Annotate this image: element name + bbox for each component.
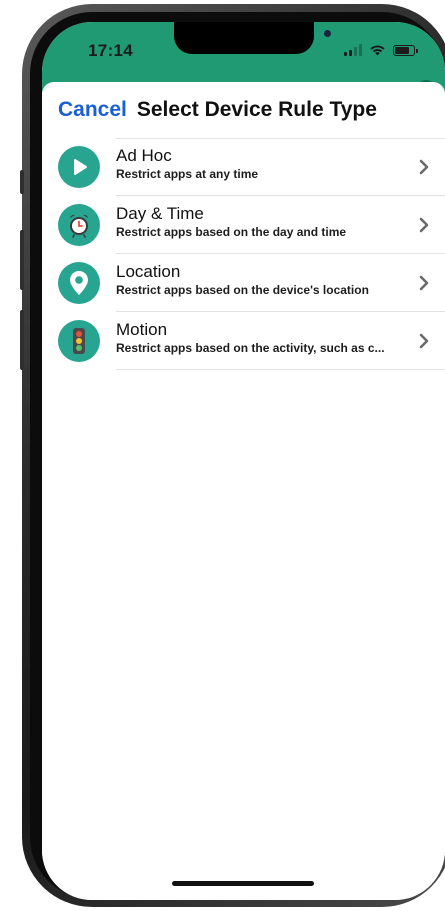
traffic-light-icon bbox=[58, 320, 100, 362]
rule-title: Day & Time bbox=[116, 204, 204, 223]
notch bbox=[174, 22, 331, 54]
sheet-header: Cancel Select Device Rule Type bbox=[58, 98, 429, 122]
rule-subtitle: Restrict apps at any time bbox=[116, 167, 259, 181]
rule-title: Motion bbox=[116, 320, 168, 339]
alarm-clock-icon bbox=[58, 204, 100, 246]
rule-type-row-motion[interactable]: Motion Restrict apps based on the activi… bbox=[42, 312, 445, 370]
sheet-title: Select Device Rule Type bbox=[136, 98, 377, 121]
rule-type-sheet: Cancel Select Device Rule Type Ad Hoc Re… bbox=[42, 82, 445, 900]
rule-type-row-day-time[interactable]: Day & Time Restrict apps based on the da… bbox=[42, 196, 445, 254]
status-icons bbox=[344, 44, 418, 56]
wifi-icon bbox=[370, 45, 385, 56]
volume-up-button bbox=[20, 230, 24, 290]
battery-icon bbox=[393, 44, 418, 56]
home-indicator[interactable] bbox=[172, 881, 314, 886]
screen: 17:14 Cancel Select Device Rule Type Ad … bbox=[42, 22, 445, 900]
location-pin-icon bbox=[58, 262, 100, 304]
rule-title: Ad Hoc bbox=[116, 146, 172, 165]
chevron-right-icon bbox=[419, 275, 429, 291]
play-icon bbox=[58, 146, 100, 188]
status-time: 17:14 bbox=[88, 41, 133, 60]
row-text: Location Restrict apps based on the devi… bbox=[116, 262, 405, 298]
row-text: Motion Restrict apps based on the activi… bbox=[116, 320, 405, 356]
cellular-signal-icon bbox=[344, 44, 362, 56]
rule-type-row-ad-hoc[interactable]: Ad Hoc Restrict apps at any time bbox=[42, 138, 445, 196]
chevron-right-icon bbox=[419, 333, 429, 349]
rule-type-list: Ad Hoc Restrict apps at any time Day & T… bbox=[42, 138, 445, 370]
mute-switch bbox=[20, 170, 24, 194]
rule-subtitle: Restrict apps based on the device's loca… bbox=[116, 283, 369, 297]
rule-type-row-location[interactable]: Location Restrict apps based on the devi… bbox=[42, 254, 445, 312]
row-divider bbox=[116, 369, 445, 370]
row-text: Day & Time Restrict apps based on the da… bbox=[116, 204, 405, 240]
front-camera bbox=[324, 30, 331, 37]
rule-subtitle: Restrict apps based on the activity, suc… bbox=[116, 341, 385, 355]
rule-title: Location bbox=[116, 262, 181, 281]
rule-subtitle: Restrict apps based on the day and time bbox=[116, 225, 347, 239]
volume-down-button bbox=[20, 310, 24, 370]
chevron-right-icon bbox=[419, 217, 429, 233]
cancel-button[interactable]: Cancel bbox=[58, 98, 127, 122]
chevron-right-icon bbox=[419, 159, 429, 175]
row-text: Ad Hoc Restrict apps at any time bbox=[116, 146, 405, 182]
